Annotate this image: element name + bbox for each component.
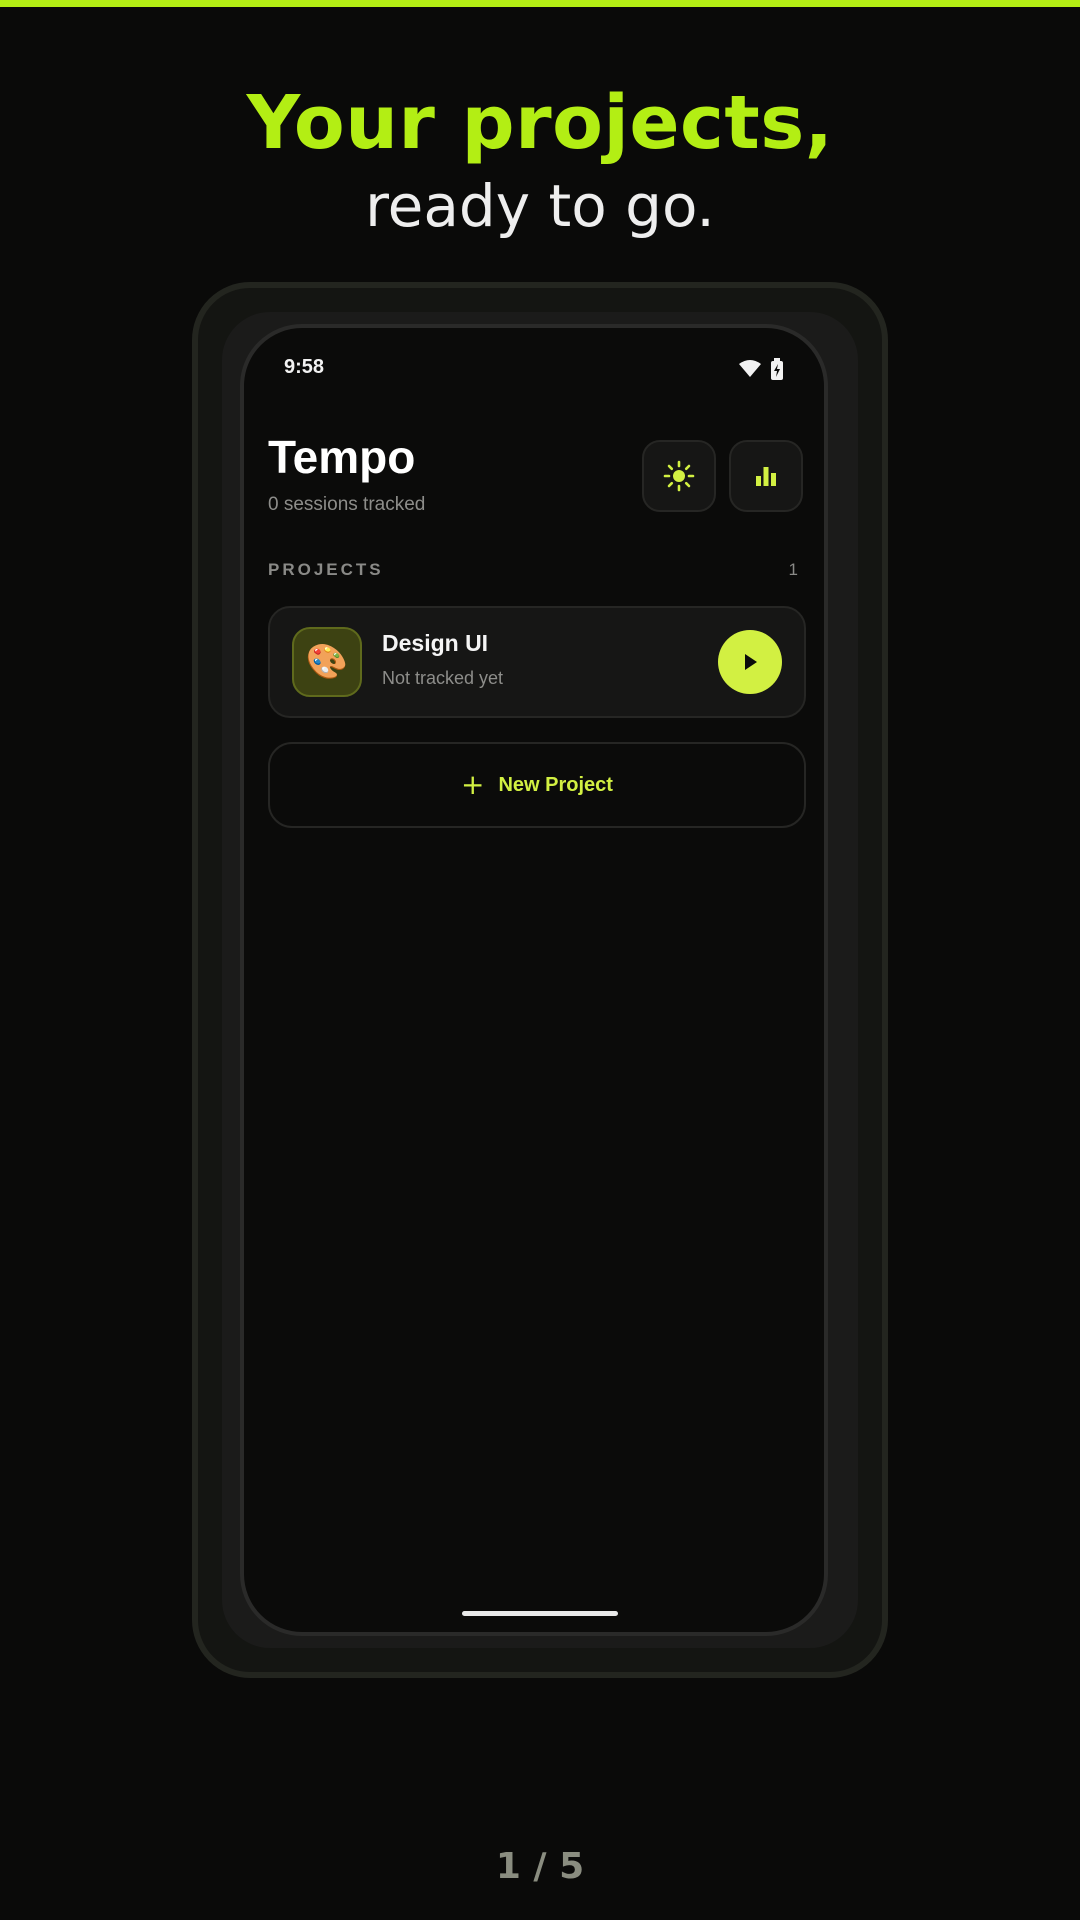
projects-count: 1 [788,560,798,579]
new-project-button[interactable]: + New Project [268,742,806,828]
sessions-summary: 0 sessions tracked [268,494,426,515]
hero-subtitle: ready to go. [365,172,715,240]
project-status: Not tracked yet [382,668,504,688]
wifi-icon [739,360,761,377]
status-icons [738,358,784,380]
sun-icon [663,460,695,492]
phone-frame: 9:58 Tempo 0 sessions tracked PROJECTS 1… [192,282,888,1678]
battery-icon [771,358,783,380]
new-project-label: New Project [498,773,613,796]
plus-icon: + [461,768,485,801]
theme-toggle-button[interactable] [642,440,716,512]
status-time: 9:58 [284,356,325,378]
hero-headline: Your projects, ready to go. [0,80,1080,246]
palette-icon: 🎨 [292,627,362,697]
stats-button[interactable] [729,440,803,512]
top-accent-bar [0,0,1080,7]
phone-screen: 9:58 Tempo 0 sessions tracked PROJECTS 1… [240,324,828,1636]
home-indicator[interactable] [462,1611,618,1616]
start-tracking-button[interactable] [718,630,782,694]
hero-title: Your projects, [246,80,834,166]
project-card[interactable]: 🎨 Design UI Not tracked yet [268,606,806,718]
project-emoji: 🎨 [305,642,349,682]
play-icon [745,654,757,670]
project-name: Design UI [382,630,489,656]
projects-section-label: PROJECTS [268,560,384,579]
bar-chart-icon [756,467,776,486]
page-indicator: 1 / 5 [495,1846,585,1887]
app-title: Tempo [268,431,416,483]
